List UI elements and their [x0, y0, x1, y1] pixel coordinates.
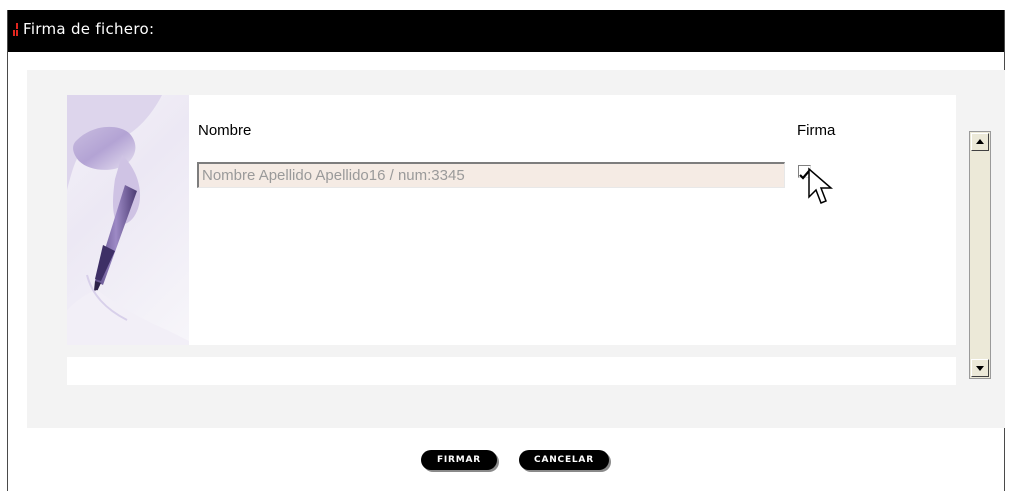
column-header-sign: Firma: [797, 122, 836, 139]
sign-button[interactable]: FIRMAR: [421, 450, 497, 470]
scroll-down-button[interactable]: [971, 359, 989, 377]
dialog-title: Firma de fichero:: [23, 20, 155, 38]
vertical-scrollbar[interactable]: [969, 131, 991, 379]
status-bar: [67, 357, 956, 385]
red-exclamation-icon: [13, 23, 20, 37]
signers-list: Nombre Firma Nombre Apellido Apellido16 …: [67, 95, 991, 379]
scroll-up-button[interactable]: [971, 133, 989, 151]
column-header-name: Nombre: [198, 122, 252, 139]
fountain-pen-illustration: [67, 95, 189, 345]
sign-file-dialog: Firma de fichero: Nombre Firma Nombre Ap…: [7, 10, 1005, 491]
arrow-up-icon: [976, 139, 984, 144]
signer-name-field[interactable]: Nombre Apellido Apellido16 / num:3345: [197, 162, 785, 188]
title-bar: Firma de fichero:: [8, 10, 1004, 52]
arrow-down-icon: [976, 366, 984, 371]
mouse-pointer-icon: [808, 167, 834, 204]
cancel-button[interactable]: CANCELAR: [519, 450, 609, 470]
content-panel: Nombre Firma Nombre Apellido Apellido16 …: [27, 70, 1005, 428]
